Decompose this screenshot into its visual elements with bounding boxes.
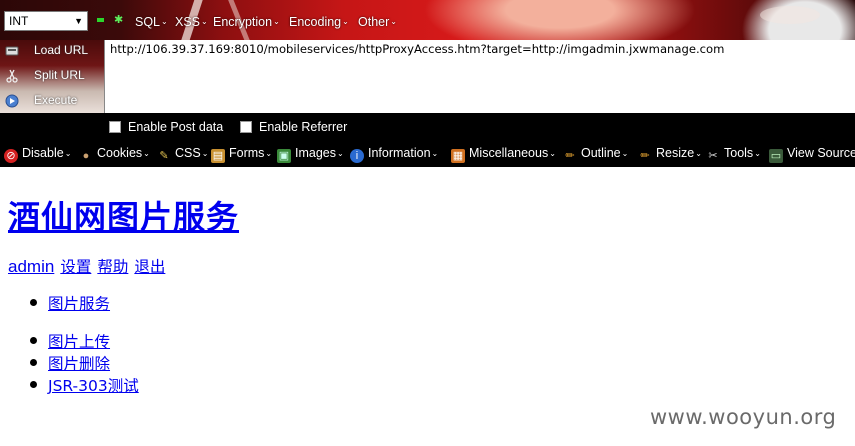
- admin-link[interactable]: admin: [8, 257, 54, 276]
- play-icon: [5, 94, 19, 108]
- menu-encoding-label: Encoding: [289, 15, 342, 29]
- wd-menu-tools[interactable]: ✂ Tools⌄: [706, 146, 761, 162]
- dropdown-arrow-icon: ▼: [74, 16, 83, 26]
- menu-encryption-label: Encryption: [213, 15, 273, 29]
- chevron-down-icon: ⌄: [273, 17, 280, 26]
- load-url-icon: [5, 44, 19, 58]
- wd-menu-information[interactable]: i Information⌄: [350, 146, 439, 163]
- wd-menu-forms[interactable]: ▤ Forms⌄: [211, 146, 273, 163]
- css-icon: ✎: [159, 150, 169, 162]
- increase-button[interactable]: ✱: [114, 14, 123, 26]
- wd-menu-label: View Source: [787, 146, 855, 160]
- chevron-down-icon: ⌄: [549, 149, 556, 158]
- image-service-link[interactable]: 图片服务: [48, 292, 110, 314]
- menu-sql-label: SQL: [135, 15, 161, 29]
- chevron-down-icon: ⌄: [754, 149, 761, 158]
- logout-link[interactable]: 退出: [134, 258, 165, 276]
- chevron-down-icon: ⌄: [390, 17, 397, 26]
- wd-menu-label: Outline: [581, 146, 621, 160]
- watermark: www.wooyun.org: [650, 405, 837, 429]
- image-delete-link[interactable]: 图片删除: [48, 352, 110, 374]
- enable-referrer-label: Enable Referrer: [259, 120, 348, 134]
- chevron-down-icon: ⌄: [265, 149, 273, 158]
- wd-menu-label: Disable: [22, 146, 64, 160]
- split-url-button[interactable]: Split URL: [0, 65, 104, 89]
- wd-menu-outline[interactable]: ✏ Outline⌄: [563, 146, 628, 162]
- images-icon: ▣: [277, 149, 291, 163]
- disable-icon: ⊘: [4, 149, 18, 163]
- hackbar-panel: INT ▼ ✱ SQL⌄ XSS⌄ Encryption⌄ Encoding⌄ …: [0, 0, 855, 140]
- page-content: 酒仙网图片服务 admin 设置 帮助 退出 图片服务 图片上传 图片删除 JS…: [0, 167, 855, 446]
- execute-label: Execute: [34, 93, 78, 107]
- wd-menu-disable[interactable]: ⊘ Disable⌄: [4, 146, 72, 163]
- injection-type-select[interactable]: INT ▼: [4, 11, 88, 31]
- hackbar-side-panel: Load URL Split URL Execute: [0, 40, 104, 113]
- scissors-icon: [5, 69, 19, 83]
- wd-menu-images[interactable]: ▣ Images⌄: [277, 146, 344, 163]
- execute-button[interactable]: Execute: [0, 90, 104, 113]
- user-links: admin 设置 帮助 退出: [8, 255, 167, 277]
- chevron-down-icon: ⌄: [431, 149, 439, 158]
- settings-link[interactable]: 设置: [60, 258, 91, 276]
- tools-icon: ✂: [708, 150, 718, 162]
- cookies-icon: ●: [82, 150, 90, 162]
- view-source-icon: ▭: [769, 149, 783, 163]
- information-icon: i: [350, 149, 364, 163]
- wd-menu-label: Miscellaneous: [469, 146, 549, 160]
- wd-menu-label: Resize: [656, 146, 695, 160]
- forms-icon: ▤: [211, 149, 225, 163]
- wd-menu-resize[interactable]: ✏ Resize⌄: [638, 146, 702, 162]
- outline-icon: ✏: [565, 150, 575, 162]
- hackbar-banner-art: [0, 0, 855, 40]
- wd-menu-css[interactable]: ✎ CSS⌄: [157, 146, 208, 162]
- chevron-down-icon: ⌄: [621, 149, 629, 158]
- url-textarea[interactable]: http://106.39.37.169:8010/mobileservices…: [104, 40, 855, 113]
- split-url-label: Split URL: [34, 68, 85, 82]
- load-url-button[interactable]: Load URL: [0, 40, 104, 64]
- decrease-button[interactable]: [97, 18, 104, 22]
- menu-other[interactable]: Other⌄: [358, 15, 397, 29]
- chevron-down-icon: ⌄: [337, 149, 344, 158]
- menu-other-label: Other: [358, 15, 390, 29]
- wd-menu-label: Forms: [229, 146, 265, 160]
- enable-post-label: Enable Post data: [128, 120, 224, 134]
- miscellaneous-icon: ▦: [451, 149, 465, 163]
- menu-xss[interactable]: XSS⌄: [175, 15, 208, 29]
- menu-sql[interactable]: SQL⌄: [135, 15, 168, 29]
- url-text: http://106.39.37.169:8010/mobileservices…: [110, 42, 725, 56]
- chevron-down-icon: ⌄: [342, 17, 349, 26]
- enable-referrer-checkbox[interactable]: [240, 121, 252, 133]
- jsr303-test-link[interactable]: JSR-303测试: [48, 374, 139, 396]
- chevron-down-icon: ⌄: [143, 149, 150, 158]
- page-title-link[interactable]: 酒仙网图片服务: [8, 192, 239, 238]
- resize-icon: ✏: [640, 150, 650, 162]
- chevron-down-icon: ⌄: [64, 149, 72, 158]
- injection-type-value: INT: [9, 14, 29, 28]
- help-link[interactable]: 帮助: [97, 258, 128, 276]
- menu-encoding[interactable]: Encoding⌄: [289, 15, 349, 29]
- load-url-label: Load URL: [34, 43, 89, 57]
- enable-post-checkbox[interactable]: [109, 121, 121, 133]
- chevron-down-icon: ⌄: [201, 17, 208, 26]
- image-upload-link[interactable]: 图片上传: [48, 330, 110, 352]
- chevron-down-icon: ⌄: [201, 149, 209, 158]
- web-developer-toolbar: ⊘ Disable⌄ ● Cookies⌄ ✎ CSS⌄ ▤ Forms⌄ ▣ Image…: [0, 140, 855, 167]
- wd-menu-label: Cookies: [97, 146, 143, 160]
- wd-menu-miscellaneous[interactable]: ▦ Miscellaneous⌄: [451, 146, 556, 163]
- wd-menu-label: Information: [368, 146, 431, 160]
- menu-encryption[interactable]: Encryption⌄: [213, 15, 280, 29]
- chevron-down-icon: ⌄: [161, 17, 168, 26]
- menu-xss-label: XSS: [175, 15, 201, 29]
- wd-menu-cookies[interactable]: ● Cookies⌄: [79, 146, 150, 162]
- chevron-down-icon: ⌄: [695, 149, 702, 158]
- wd-menu-label: CSS: [175, 146, 201, 160]
- wd-menu-view-source[interactable]: ▭ View Source: [769, 146, 855, 163]
- wd-menu-label: Tools: [724, 146, 754, 160]
- wd-menu-label: Images: [295, 146, 336, 160]
